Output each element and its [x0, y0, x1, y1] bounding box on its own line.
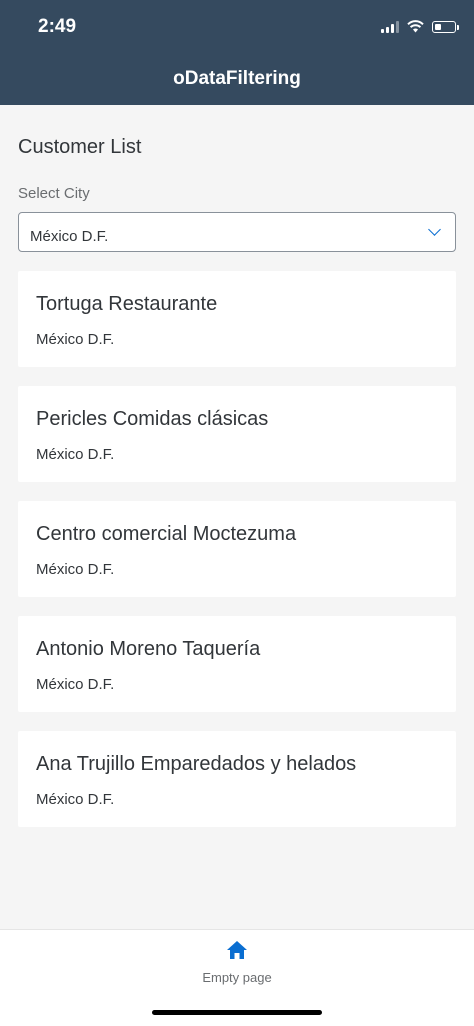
battery-icon — [432, 20, 459, 33]
app-title: oDataFiltering — [173, 68, 301, 89]
cellular-signal-icon — [381, 20, 399, 33]
customer-list: Tortuga Restaurante México D.F. Pericles… — [18, 271, 456, 827]
home-icon[interactable] — [226, 940, 248, 960]
customer-name: Ana Trujillo Emparedados y helados — [36, 753, 357, 775]
status-time: 2:49 — [38, 16, 77, 37]
customer-city: México D.F. — [36, 791, 115, 808]
customer-list-item[interactable]: Ana Trujillo Emparedados y helados Méxic… — [18, 731, 456, 827]
select-city-label: Select City — [18, 185, 90, 202]
home-indicator[interactable] — [152, 1010, 322, 1015]
customer-name: Tortuga Restaurante — [36, 293, 218, 315]
customer-list-item[interactable]: Antonio Moreno Taquería México D.F. — [18, 616, 456, 712]
customer-city: México D.F. — [36, 676, 115, 693]
battery-level — [435, 23, 441, 30]
chevron-down-icon — [428, 223, 441, 236]
wifi-icon — [407, 20, 424, 33]
customer-name: Pericles Comidas clásicas — [36, 408, 269, 430]
customer-list-item[interactable]: Tortuga Restaurante México D.F. — [18, 271, 456, 367]
tab-empty-page[interactable]: Empty page — [0, 970, 474, 985]
section-title: Customer List — [18, 136, 142, 158]
customer-name: Centro comercial Moctezuma — [36, 523, 297, 545]
city-select-value: México D.F. — [30, 228, 109, 245]
main-content: Customer List Select City México D.F. To… — [18, 130, 456, 846]
status-icons — [381, 20, 459, 33]
customer-city: México D.F. — [36, 446, 115, 463]
customer-list-item[interactable]: Pericles Comidas clásicas México D.F. — [18, 386, 456, 482]
city-select[interactable]: México D.F. — [18, 212, 456, 252]
customer-city: México D.F. — [36, 331, 115, 348]
customer-list-item[interactable]: Centro comercial Moctezuma México D.F. — [18, 501, 456, 597]
customer-name: Antonio Moreno Taquería — [36, 638, 261, 660]
app-header: 2:49 oDataFiltering — [0, 0, 474, 105]
customer-city: México D.F. — [36, 561, 115, 578]
